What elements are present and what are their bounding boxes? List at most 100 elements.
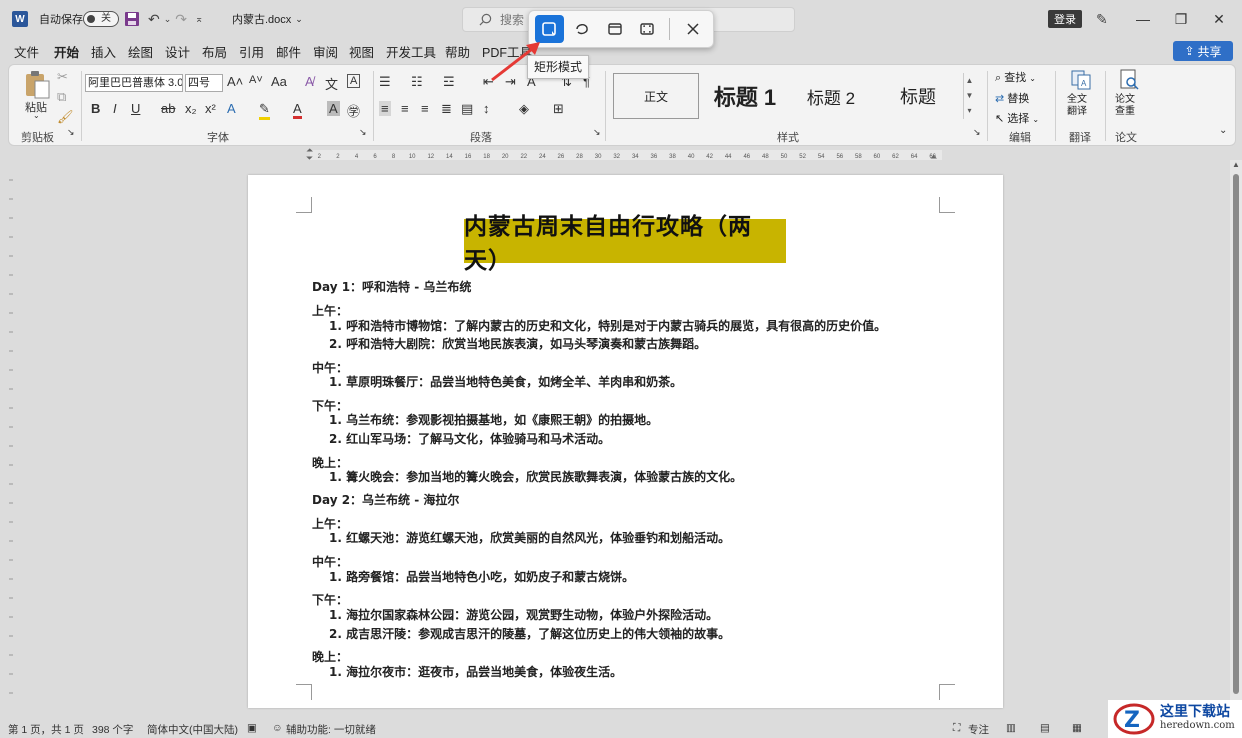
list-item[interactable]: 1. 红螺天池：游览红螺天池，欣赏美丽的自然风光，体验垂钓和划船活动。 <box>329 529 730 546</box>
vertical-scrollbar[interactable]: ▲ ▼ <box>1230 160 1242 718</box>
doc-name-chevron-icon[interactable]: ⌄ <box>295 14 303 25</box>
translate-button[interactable]: A 全文翻译 <box>1065 69 1097 118</box>
borders-icon[interactable]: ⊞ <box>553 101 564 117</box>
shrink-font-icon[interactable]: A˅ <box>249 74 263 86</box>
highlight-icon[interactable]: ✎ <box>259 101 270 120</box>
restore-icon[interactable]: ❐ <box>1162 11 1200 28</box>
style-normal[interactable]: 正文 <box>613 73 699 119</box>
superscript-icon[interactable]: x² <box>205 101 216 116</box>
paste-dropdown-icon[interactable]: ⌄ <box>33 111 40 120</box>
tab-references[interactable]: 引用 <box>239 42 264 61</box>
proofing-icon[interactable]: ▣ <box>247 722 257 734</box>
collapse-ribbon-icon[interactable]: ⌄ <box>1219 125 1227 136</box>
tab-help[interactable]: 帮助 <box>445 42 470 61</box>
styles-up-icon[interactable]: ▲ <box>964 73 975 88</box>
share-button[interactable]: ⇪ 共享 <box>1173 41 1233 61</box>
grow-font-icon[interactable]: A˄ <box>227 74 243 89</box>
list-item[interactable]: 1. 乌兰布统：参观影视拍摄基地，如《康熙王朝》的拍摄地。 <box>329 411 658 428</box>
styles-more-icon[interactable]: ▾ <box>964 103 975 118</box>
char-border-icon[interactable]: A <box>347 74 361 88</box>
close-window-icon[interactable]: ✕ <box>1200 11 1238 28</box>
select-button[interactable]: ↖ 选择 ⌄ <box>995 110 1039 126</box>
enclose-char-icon[interactable]: ㊫ <box>347 101 360 120</box>
language-indicator[interactable]: 简体中文(中国大陆) <box>147 722 238 737</box>
multilevel-list-icon[interactable]: ☲ <box>443 74 455 90</box>
styles-scroll[interactable]: ▲ ▼ ▾ <box>963 73 975 119</box>
tab-draw[interactable]: 绘图 <box>128 42 153 61</box>
accessibility-status[interactable]: 辅助功能: 一切就绪 <box>286 722 376 737</box>
format-painter-icon[interactable]: 🖌 <box>57 109 74 125</box>
line-spacing-icon[interactable]: ↕ <box>483 101 490 116</box>
strikethrough-icon[interactable]: ab <box>161 101 175 116</box>
read-mode-icon[interactable]: ▥ <box>1006 722 1016 734</box>
italic-icon[interactable]: I <box>113 101 117 116</box>
list-item[interactable]: 2. 成吉思汗陵：参观成吉思汗的陵墓，了解这位历史上的伟大领袖的故事。 <box>329 625 730 642</box>
list-item[interactable]: 1. 海拉尔国家森林公园：游览公园，观赏野生动物，体验户外探险活动。 <box>329 606 718 623</box>
find-button[interactable]: ⌕ 查找 ⌄ <box>995 69 1036 85</box>
day-heading[interactable]: Day 2：乌兰布统 - 海拉尔 <box>312 491 459 508</box>
font-launcher-icon[interactable]: ↘ <box>359 127 367 138</box>
styles-launcher-icon[interactable]: ↘ <box>973 127 981 138</box>
numbering-icon[interactable]: ☷ <box>411 74 423 90</box>
replace-button[interactable]: ⇄ 替换 <box>995 90 1029 106</box>
fullscreen-mode-button[interactable] <box>633 15 662 43</box>
style-title[interactable]: 标题 <box>875 73 961 119</box>
list-item[interactable]: 1. 篝火晚会：参加当地的篝火晚会，欣赏民族歌舞表演，体验蒙古族的文化。 <box>329 468 742 485</box>
focus-mode[interactable]: 专注 <box>968 722 989 737</box>
snip-close-button[interactable] <box>678 15 707 43</box>
plagiarism-check-button[interactable]: 论文查重 <box>1113 69 1145 118</box>
change-case-icon[interactable]: Aa <box>271 74 287 89</box>
list-item[interactable]: 2. 呼和浩特大剧院：欣赏当地民族表演，如马头琴演奏和蒙古族舞蹈。 <box>329 335 706 352</box>
save-icon[interactable] <box>124 11 140 27</box>
font-size-select[interactable]: 四号 <box>185 74 223 92</box>
vertical-ruler[interactable] <box>6 170 16 718</box>
freeform-mode-button[interactable] <box>568 15 597 43</box>
scroll-up-icon[interactable]: ▲ <box>1230 160 1242 169</box>
font-color-icon[interactable]: A <box>293 101 302 119</box>
styles-down-icon[interactable]: ▼ <box>964 88 975 103</box>
paragraph-launcher-icon[interactable]: ↘ <box>593 127 601 138</box>
style-heading-2[interactable]: 标题 2 <box>791 73 871 119</box>
tab-design[interactable]: 设计 <box>165 42 190 61</box>
align-right-icon[interactable]: ≡ <box>421 101 429 116</box>
word-count[interactable]: 398 个字 <box>92 722 133 737</box>
bold-icon[interactable]: B <box>91 101 100 116</box>
web-layout-icon[interactable]: ▦ <box>1072 722 1082 734</box>
clipboard-launcher-icon[interactable]: ↘ <box>67 127 75 138</box>
tab-view[interactable]: 视图 <box>349 42 374 61</box>
login-button[interactable]: 登录 <box>1048 10 1082 28</box>
tab-review[interactable]: 审阅 <box>313 42 338 61</box>
list-item[interactable]: 1. 路旁餐馆：品尝当地特色小吃，如奶皮子和蒙古烧饼。 <box>329 568 634 585</box>
redo-icon[interactable]: ↷ <box>175 11 187 28</box>
find-dropdown-icon[interactable]: ⌄ <box>1029 74 1036 83</box>
align-left-icon[interactable]: ≡ <box>379 101 391 116</box>
underline-icon[interactable]: U <box>131 101 140 116</box>
copy-icon[interactable]: ⧉ <box>57 89 66 105</box>
distributed-icon[interactable]: ▤ <box>461 101 473 117</box>
document-title[interactable]: 内蒙古周末自由行攻略（两天） <box>464 214 786 274</box>
horizontal-ruler[interactable]: 2 2 4 6 8 10 12 14 16 18 20 22 24 26 28 30 32 34 36 38 40 42 4… <box>310 150 942 160</box>
clear-format-icon[interactable]: A̸ <box>305 74 314 89</box>
tab-developer[interactable]: 开发工具 <box>386 42 436 61</box>
align-center-icon[interactable]: ≡ <box>401 101 409 116</box>
bullets-icon[interactable]: ☰ <box>379 74 391 90</box>
focus-icon[interactable]: ⛶ <box>953 722 960 735</box>
indent-marker-icon[interactable]: ⏶ ⏷ <box>306 146 313 163</box>
tab-insert[interactable]: 插入 <box>91 42 116 61</box>
tab-file[interactable]: 文件 <box>14 42 39 61</box>
phonetic-guide-icon[interactable]: 文 <box>325 74 338 93</box>
list-item[interactable]: 1. 呼和浩特市博物馆：了解内蒙古的历史和文化，特别是对于内蒙古骑兵的展览，具有… <box>329 317 886 334</box>
char-shading-icon[interactable]: A <box>327 101 340 116</box>
minimize-icon[interactable]: — <box>1124 11 1162 27</box>
autosave-toggle[interactable]: 关 <box>83 11 119 27</box>
list-item[interactable]: 1. 海拉尔夜市：逛夜市，品尝当地美食，体验夜生活。 <box>329 663 622 680</box>
select-dropdown-icon[interactable]: ⌄ <box>1032 115 1039 124</box>
list-item[interactable]: 2. 红山军马场：了解马文化，体验骑马和马术活动。 <box>329 430 610 447</box>
font-family-select[interactable]: 阿里巴巴普惠体 3.0 <box>85 74 183 92</box>
pen-icon[interactable]: ✎ <box>1096 11 1108 28</box>
right-indent-icon[interactable]: ⏶ <box>930 152 937 163</box>
document-name[interactable]: 内蒙古.docx <box>232 11 291 27</box>
cut-icon[interactable]: ✂ <box>57 69 68 85</box>
scroll-thumb[interactable] <box>1233 174 1239 694</box>
style-heading-1[interactable]: 标题 1 <box>703 73 787 119</box>
